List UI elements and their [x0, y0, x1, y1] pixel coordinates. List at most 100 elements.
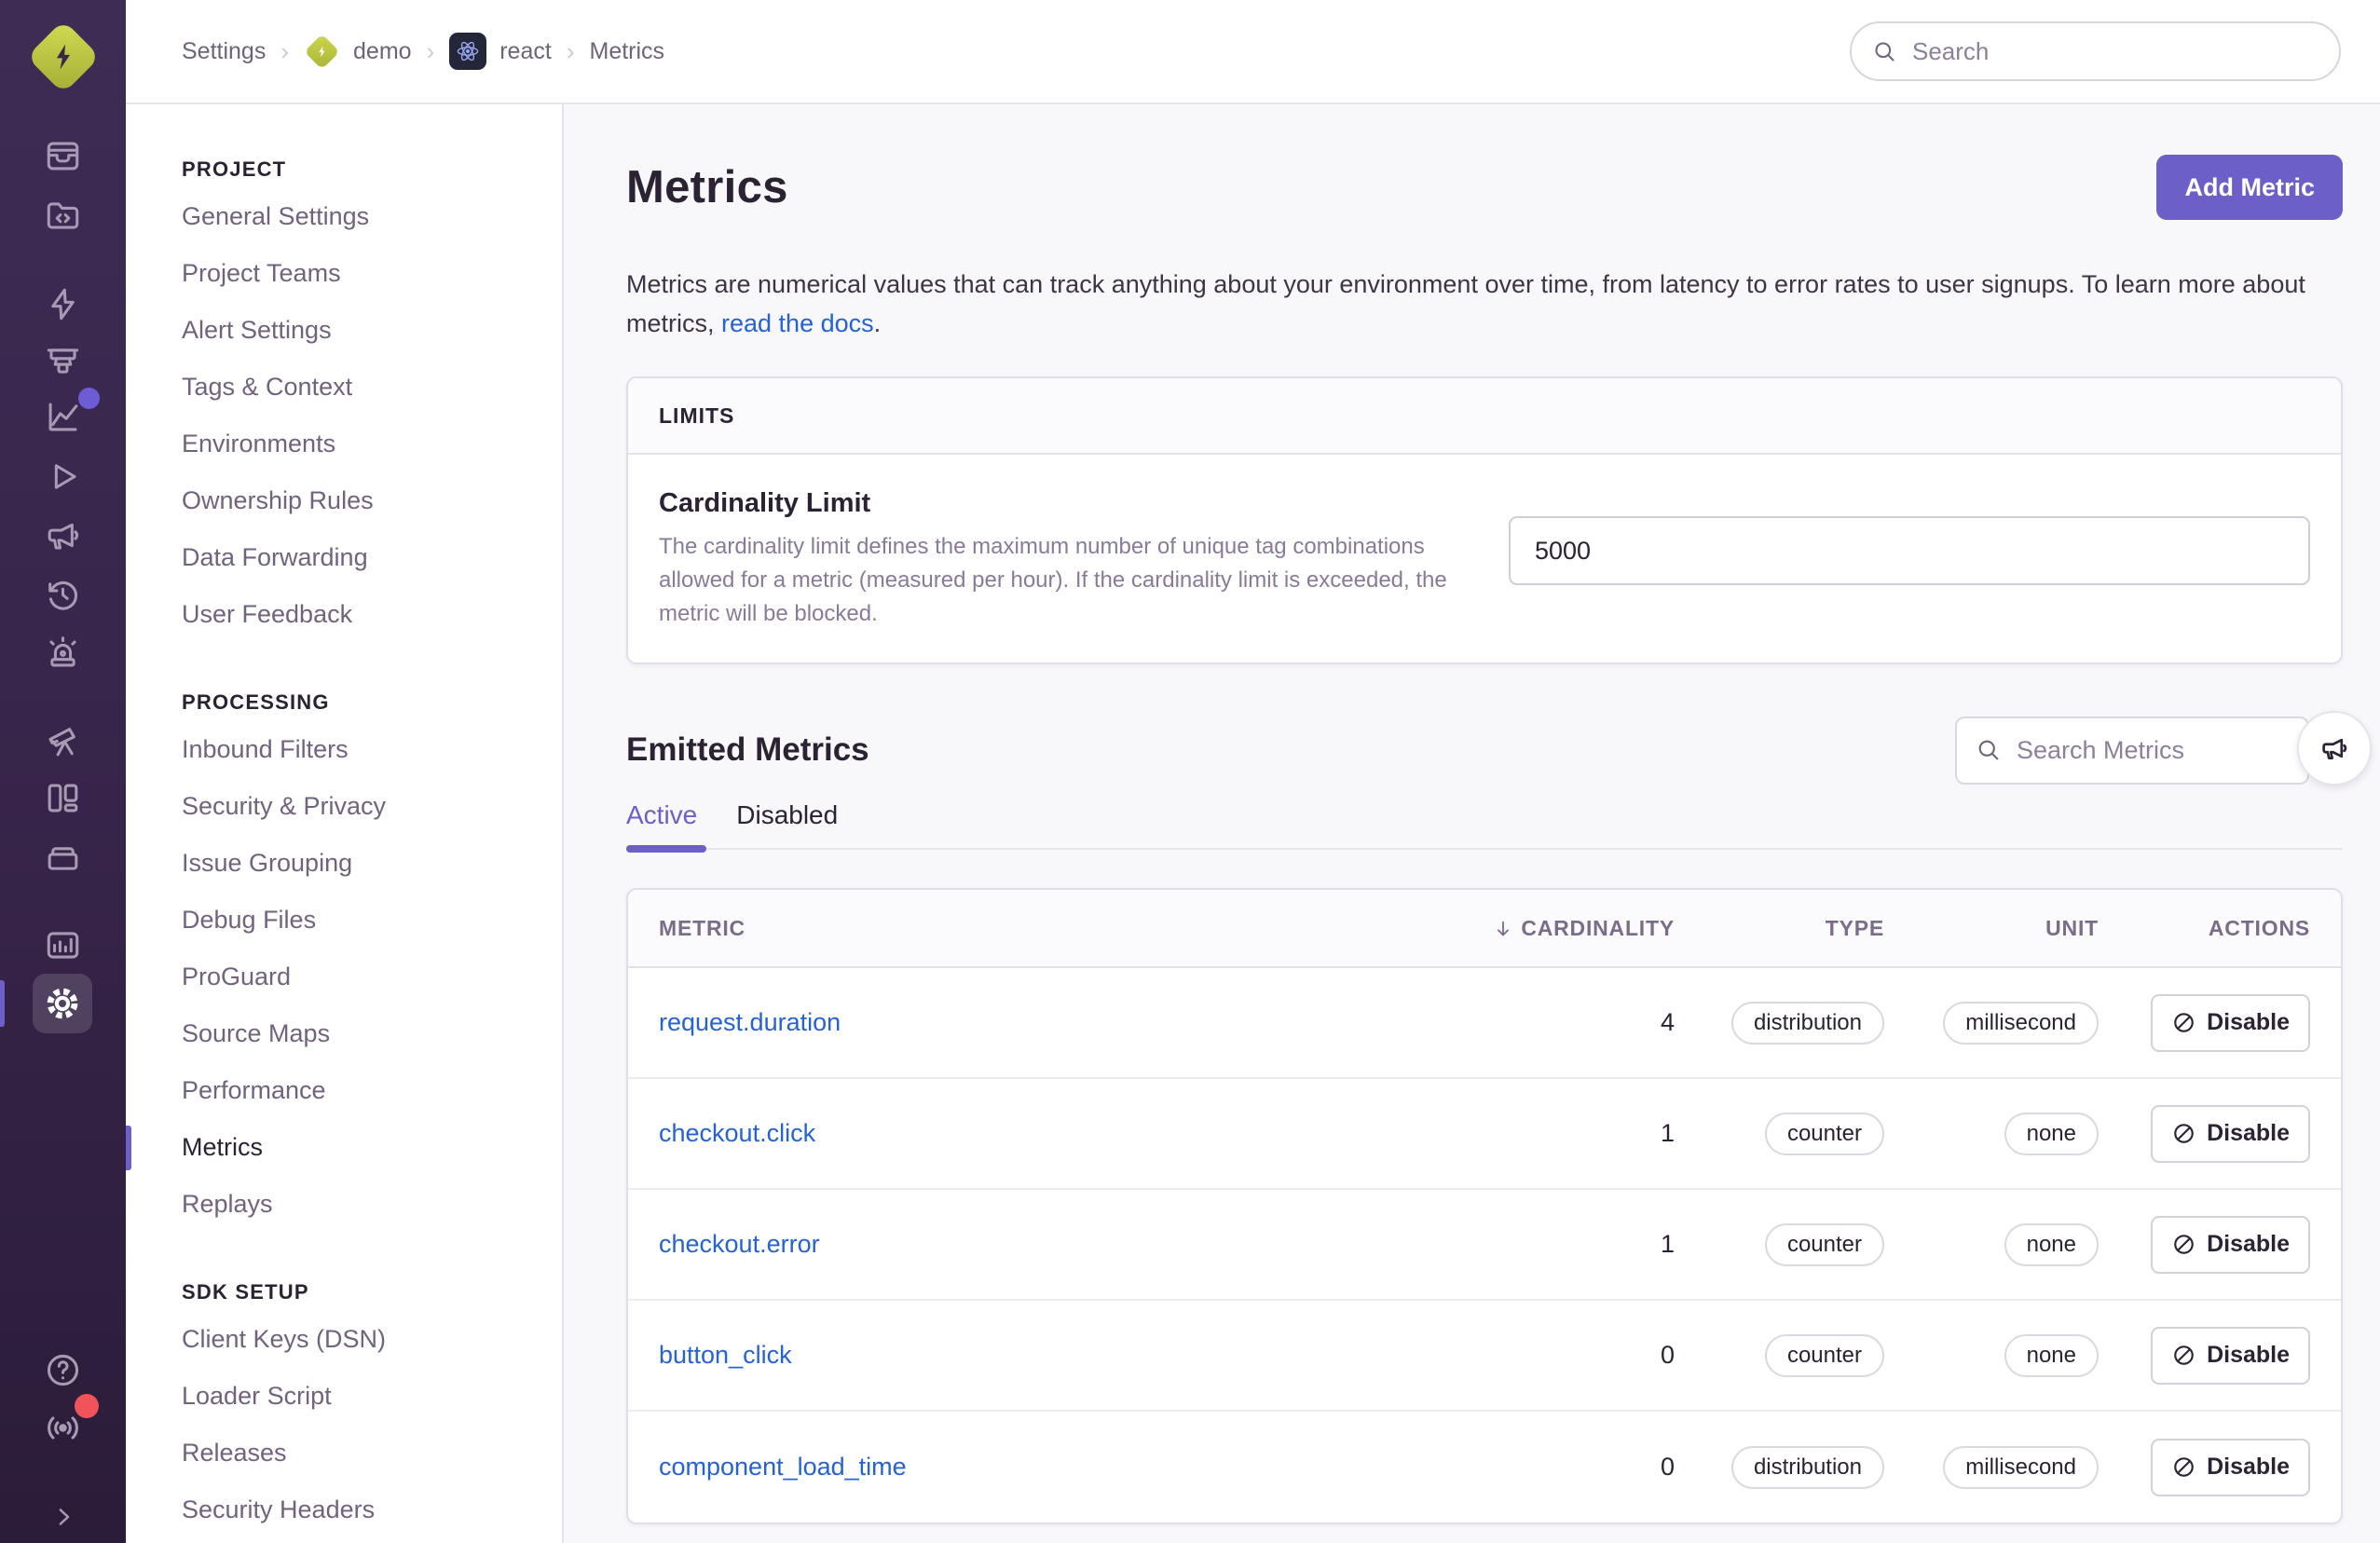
global-search[interactable] — [1850, 21, 2341, 81]
not-allowed-icon — [2174, 1013, 2194, 1032]
tab-underline — [626, 845, 2343, 853]
metrics-tabs: Active Disabled — [626, 799, 2343, 832]
app-window: Settings › demo › react › Metrics Search… — [0, 0, 2380, 1543]
add-metric-button[interactable]: Add Metric — [2156, 155, 2343, 220]
dashboards-layout-icon[interactable] — [0, 777, 126, 818]
not-allowed-icon — [2174, 1345, 2194, 1365]
col-cardinality-label: CARDINALITY — [1521, 915, 1675, 940]
alerts-siren-icon[interactable] — [0, 632, 126, 673]
nav-item-tags-context[interactable]: Tags & Context — [126, 359, 562, 416]
nav-item-loader-script[interactable]: Loader Script — [126, 1368, 562, 1425]
nav-item-proguard[interactable]: ProGuard — [126, 949, 562, 1005]
projector-icon[interactable] — [0, 340, 126, 381]
nav-item-debug-files[interactable]: Debug Files — [126, 892, 562, 949]
cardinality-limit-input[interactable] — [1509, 516, 2310, 585]
archive-drawer-icon[interactable] — [0, 837, 126, 878]
discover-telescope-icon[interactable] — [0, 720, 126, 761]
nav-item-environments[interactable]: Environments — [126, 416, 562, 472]
nav-item-project-teams[interactable]: Project Teams — [126, 245, 562, 302]
nav-item-inbound-filters[interactable]: Inbound Filters — [126, 721, 562, 778]
breadcrumb: Settings › demo › react › Metrics — [182, 33, 664, 70]
nav-item-replays[interactable]: Replays — [126, 1176, 562, 1233]
metric-link[interactable]: component_load_time — [659, 1453, 907, 1481]
not-allowed-icon — [2174, 1457, 2194, 1477]
nav-item-user-feedback[interactable]: User Feedback — [126, 586, 562, 643]
limits-panel: LIMITS Cardinality Limit The cardinality… — [626, 376, 2343, 664]
disable-button[interactable]: Disable — [2151, 1326, 2310, 1385]
nav-item-general-settings[interactable]: General Settings — [126, 188, 562, 245]
chevron-right-icon: › — [566, 36, 575, 65]
type-badge: distribution — [1730, 1445, 1884, 1489]
disable-button[interactable]: Disable — [2151, 993, 2310, 1052]
nav-item-data-forwarding[interactable]: Data Forwarding — [126, 529, 562, 586]
nav-item-metrics[interactable]: Metrics — [126, 1119, 562, 1176]
explore-icon[interactable] — [0, 195, 126, 236]
bolt-icon[interactable] — [0, 283, 126, 324]
nav-item-ownership-rules[interactable]: Ownership Rules — [126, 472, 562, 529]
disable-label: Disable — [2207, 1454, 2290, 1480]
nav-item-source-maps[interactable]: Source Maps — [126, 1005, 562, 1062]
unit-badge: none — [2004, 1222, 2099, 1266]
nav-item-alert-settings[interactable]: Alert Settings — [126, 302, 562, 359]
history-clock-icon[interactable] — [0, 574, 126, 615]
metric-link[interactable]: request.duration — [659, 1008, 841, 1036]
tab-disabled[interactable]: Disabled — [736, 800, 838, 830]
cardinality-value: 0 — [1660, 1341, 1675, 1369]
metrics-search-input[interactable] — [2015, 734, 2289, 766]
cardinality-value: 1 — [1660, 1119, 1675, 1147]
tab-active[interactable]: Active — [626, 800, 697, 830]
main-content: Metrics Add Metric Metrics are numerical… — [564, 104, 2380, 1543]
help-icon[interactable] — [0, 1349, 126, 1390]
metrics-search[interactable] — [1955, 716, 2309, 785]
description-text: . — [873, 309, 882, 337]
feedback-megaphone-icon[interactable] — [0, 514, 126, 555]
nav-item-performance[interactable]: Performance — [126, 1062, 562, 1119]
sentry-org-avatar-icon — [25, 20, 101, 94]
type-badge: distribution — [1730, 1001, 1884, 1045]
col-type: TYPE — [1825, 915, 1884, 940]
nav-item-security-headers[interactable]: Security Headers — [126, 1482, 562, 1538]
disable-button[interactable]: Disable — [2151, 1215, 2310, 1274]
breadcrumb-settings[interactable]: Settings — [182, 38, 266, 65]
nav-item-releases[interactable]: Releases — [126, 1425, 562, 1482]
nav-item-client-keys[interactable]: Client Keys (DSN) — [126, 1311, 562, 1368]
breadcrumb-page: Metrics — [589, 37, 665, 64]
rail-active-indicator — [0, 980, 5, 1027]
performance-chart-icon[interactable] — [0, 396, 126, 437]
unit-badge: none — [2004, 1333, 2099, 1377]
unit-badge: none — [2004, 1112, 2099, 1155]
feedback-button[interactable] — [2297, 711, 2372, 785]
search-icon — [1875, 41, 1894, 61]
nav-item-security-privacy[interactable]: Security & Privacy — [126, 778, 562, 835]
breadcrumb-org-label: demo — [353, 37, 412, 64]
settings-gear-icon[interactable] — [33, 974, 92, 1033]
read-docs-link[interactable]: read the docs — [721, 309, 874, 337]
not-allowed-icon — [2174, 1235, 2194, 1254]
global-search-input[interactable] — [1910, 35, 2318, 67]
nav-item-issue-grouping[interactable]: Issue Grouping — [126, 835, 562, 892]
expand-chevron-icon[interactable] — [0, 1496, 126, 1537]
issues-icon[interactable] — [0, 135, 126, 176]
disable-label: Disable — [2207, 1342, 2290, 1368]
metrics-table: METRIC CARDINALITY TYPE UNIT ACTIONS req… — [626, 888, 2343, 1524]
unit-badge: millisecond — [1943, 1445, 2099, 1489]
disable-label: Disable — [2207, 1231, 2290, 1257]
replays-play-icon[interactable] — [0, 456, 126, 497]
disable-button[interactable]: Disable — [2151, 1104, 2310, 1163]
metric-link[interactable]: button_click — [659, 1341, 792, 1369]
col-cardinality[interactable]: CARDINALITY — [1488, 916, 1675, 941]
metric-link[interactable]: checkout.click — [659, 1119, 815, 1147]
disable-button[interactable]: Disable — [2151, 1438, 2310, 1496]
main-sidebar — [0, 0, 126, 1543]
whats-new-badge — [75, 1394, 99, 1418]
breadcrumb-org[interactable]: demo — [304, 33, 412, 70]
breadcrumb-project[interactable]: react — [449, 33, 552, 70]
chevron-right-icon: › — [280, 36, 290, 65]
stats-bars-icon[interactable] — [0, 924, 126, 965]
metric-link[interactable]: checkout.error — [659, 1230, 820, 1258]
org-logo[interactable] — [0, 17, 126, 97]
cardinality-limit-help: The cardinality limit defines the maximu… — [659, 534, 1447, 626]
page-title: Metrics — [626, 162, 788, 212]
whats-new-broadcast-icon[interactable] — [0, 1407, 126, 1448]
col-metric: METRIC — [659, 915, 745, 940]
